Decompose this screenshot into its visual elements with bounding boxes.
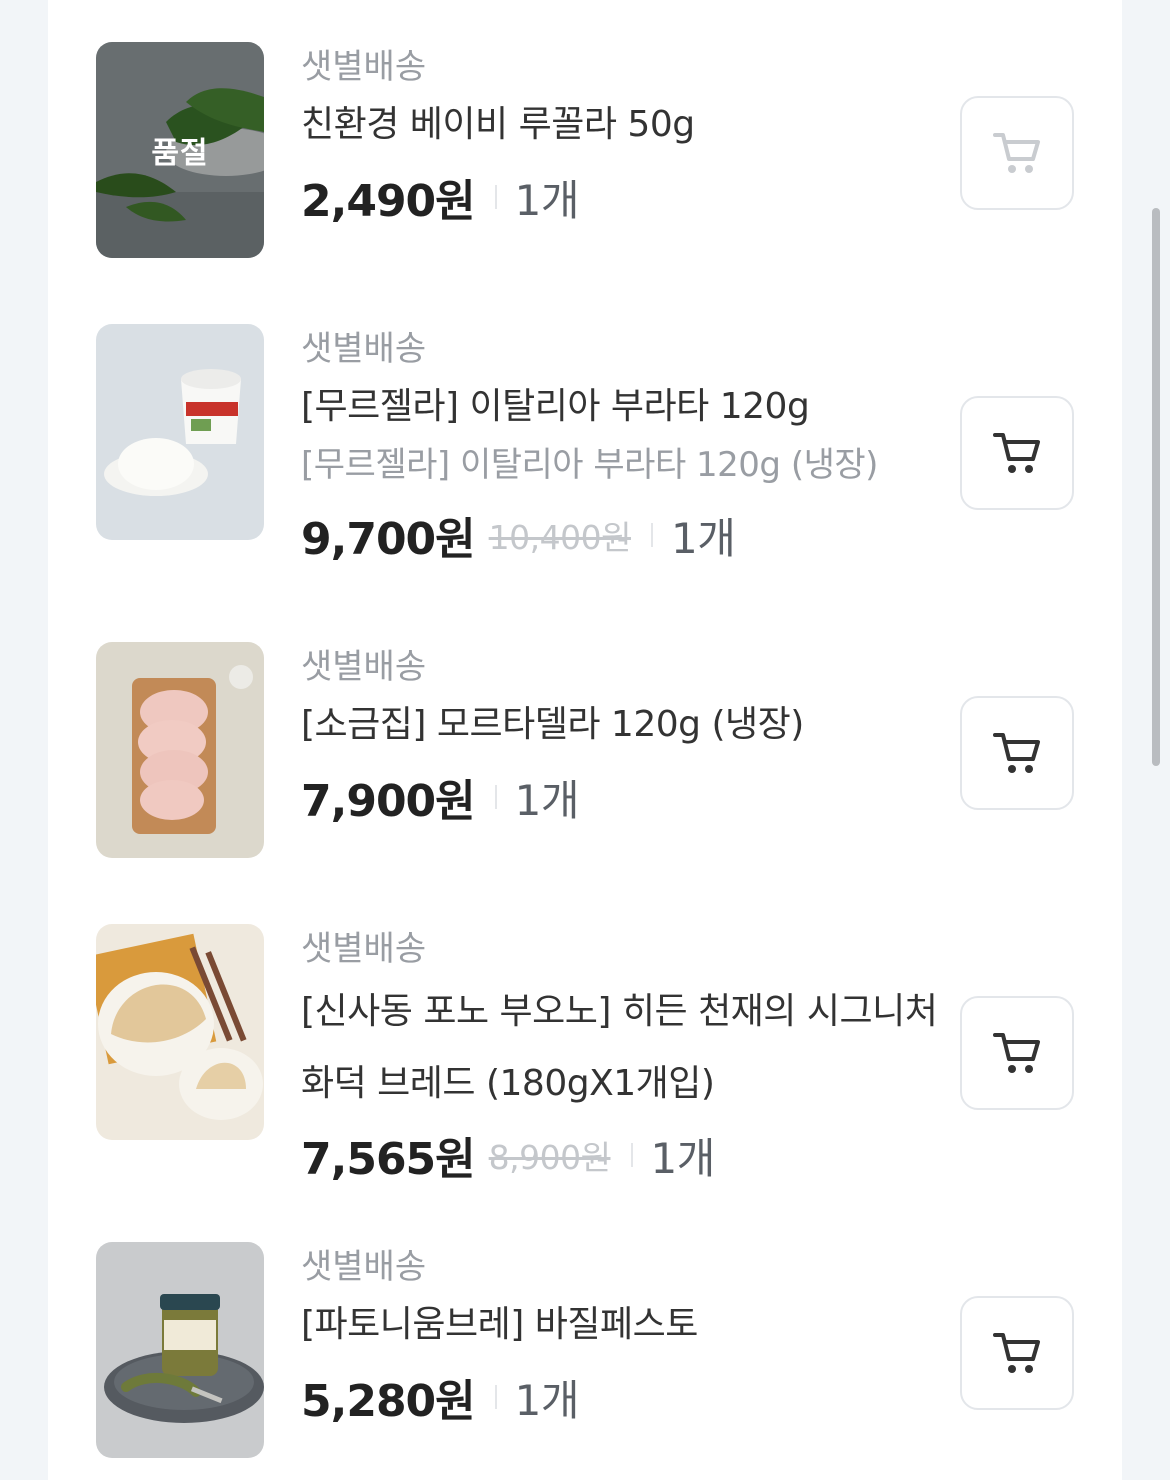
price-row: 9,700원 10,400원 1개	[301, 494, 941, 576]
delivery-type: 샛별배송	[301, 47, 427, 87]
quantity: 1개	[514, 775, 580, 825]
quantity: 1개	[514, 1375, 580, 1425]
original-price: 10,400원	[488, 518, 632, 557]
product-info[interactable]: 샛별배송 [무르젤라] 이탈리아 부라타 120g [무르젤라] 이탈리아 부라…	[301, 324, 941, 576]
price-row: 2,490원 1개	[301, 156, 941, 238]
sale-price: 7,900원	[301, 776, 476, 827]
cart-icon	[993, 1033, 1040, 1073]
sale-price: 5,280원	[301, 1376, 476, 1427]
product-info[interactable]: 샛별배송 [파토니움브레] 바질페스토 5,280원 1개	[301, 1242, 941, 1438]
product-info[interactable]: 샛별배송 [신사동 포노 부오노] 히든 천재의 시그니처 화덕 브레드 (18…	[301, 924, 941, 1196]
product-image-bread[interactable]	[96, 924, 264, 1140]
product-name[interactable]: [파토니움브레] 바질페스토	[301, 1296, 941, 1354]
delivery-type: 샛별배송	[301, 647, 427, 687]
sold-out-badge: 품절	[151, 136, 209, 171]
add-to-cart-button[interactable]	[960, 1296, 1074, 1410]
product-info[interactable]: 샛별배송 [소금집] 모르타델라 120g (냉장) 7,900원 1개	[301, 642, 941, 838]
product-image-basil-pesto[interactable]	[96, 1242, 264, 1458]
price-row: 7,900원 1개	[301, 756, 941, 838]
add-to-cart-button[interactable]	[960, 96, 1074, 210]
quantity: 1개	[514, 175, 580, 225]
divider	[494, 1385, 497, 1409]
product-image-arugula[interactable]: 품절	[96, 42, 264, 258]
scrollbar[interactable]	[1152, 208, 1160, 766]
price-row: 5,280원 1개	[301, 1356, 941, 1438]
price-row: 7,565원 8,900원 1개	[301, 1114, 941, 1196]
sale-price: 7,565원	[301, 1134, 476, 1185]
cart-icon	[993, 1333, 1040, 1373]
product-name[interactable]: [무르젤라] 이탈리아 부라타 120g	[301, 378, 941, 436]
divider	[494, 785, 497, 809]
delivery-type: 샛별배송	[301, 329, 427, 369]
divider	[630, 1143, 633, 1167]
divider	[650, 523, 653, 547]
divider	[494, 185, 497, 209]
product-name[interactable]: [신사동 포노 부오노] 히든 천재의 시그니처 화덕 브레드 (180gX1개…	[301, 976, 941, 1120]
add-to-cart-button[interactable]	[960, 396, 1074, 510]
cart-icon	[993, 433, 1040, 473]
quantity: 1개	[650, 1133, 716, 1183]
product-name[interactable]: [소금집] 모르타델라 120g (냉장)	[301, 696, 941, 754]
add-to-cart-button[interactable]	[960, 996, 1074, 1110]
sale-price: 2,490원	[301, 176, 476, 227]
add-to-cart-button[interactable]	[960, 696, 1074, 810]
sold-out-overlay: 품절	[96, 42, 264, 258]
delivery-type: 샛별배송	[301, 1247, 427, 1287]
product-list: 품절 샛별배송 친환경 베이비 루꼴라 50g 2,490원 1개 샛별배송 […	[48, 0, 1122, 1480]
product-name[interactable]: 친환경 베이비 루꼴라 50g	[301, 96, 941, 154]
sale-price: 9,700원	[301, 514, 476, 565]
product-image-burrata[interactable]	[96, 324, 264, 540]
product-option: [무르젤라] 이탈리아 부라타 120g (냉장)	[301, 445, 878, 485]
delivery-type: 샛별배송	[301, 929, 427, 969]
original-price: 8,900원	[488, 1138, 611, 1177]
product-info[interactable]: 샛별배송 친환경 베이비 루꼴라 50g 2,490원 1개	[301, 42, 941, 238]
cart-icon	[993, 133, 1040, 173]
cart-icon	[993, 733, 1040, 773]
quantity: 1개	[670, 513, 736, 563]
product-image-mortadella[interactable]	[96, 642, 264, 858]
